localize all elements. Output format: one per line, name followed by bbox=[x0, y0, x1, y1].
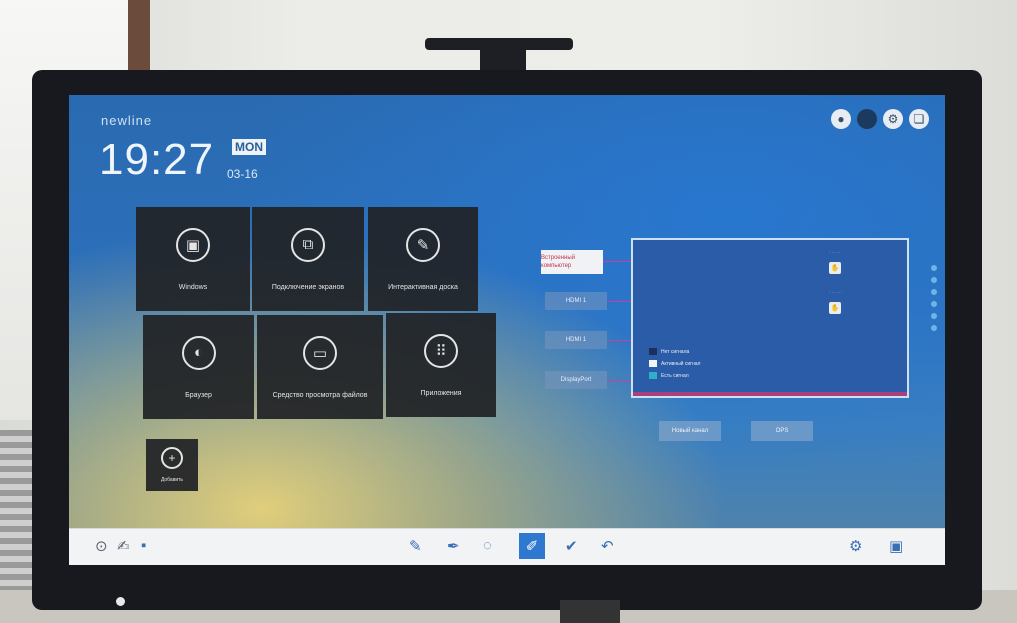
connector-line bbox=[607, 301, 631, 302]
pen-icon[interactable]: ✎ bbox=[409, 537, 422, 555]
add-icon: + bbox=[161, 447, 183, 469]
tile-apps[interactable]: ⠿ Приложения bbox=[386, 313, 496, 417]
pen-circle-icon: ✎ bbox=[406, 227, 440, 262]
tile-label: Приложения bbox=[420, 389, 462, 397]
legend-swatch bbox=[649, 360, 657, 367]
touch-icon[interactable]: ✋ bbox=[829, 302, 841, 314]
legend-swatch bbox=[649, 372, 657, 379]
annotate-icon[interactable]: ✍ bbox=[117, 537, 130, 555]
preview-caption: · · · · · bbox=[829, 250, 841, 255]
legend-no-signal: Нет сигнала bbox=[649, 348, 689, 355]
source-hdmi-2[interactable]: HDMI 1 bbox=[545, 331, 607, 349]
legend-label: Нет сигнала bbox=[661, 348, 690, 355]
source-hdmi-1[interactable]: HDMI 1 bbox=[545, 292, 607, 310]
tile-screen-share[interactable]: ⧉ Подключение экранов bbox=[252, 207, 364, 311]
tile-label: Браузер bbox=[185, 391, 212, 399]
tile-file-viewer[interactable]: ▭ Средство просмотра файлов bbox=[257, 315, 383, 419]
preview-footer-bar bbox=[633, 392, 907, 396]
lasso-icon[interactable]: ◌ bbox=[483, 537, 492, 554]
side-toolbar bbox=[929, 265, 939, 331]
connector-line bbox=[603, 261, 631, 262]
settings-icon[interactable]: ⚙ bbox=[849, 537, 862, 555]
dark-circle-icon[interactable] bbox=[857, 109, 877, 129]
eraser-icon[interactable]: ✐ bbox=[519, 533, 545, 559]
tile-label: Добавить bbox=[160, 477, 184, 483]
clock: 19:27 bbox=[99, 135, 215, 184]
tile-label: Средство просмотра файлов bbox=[272, 391, 368, 399]
folder-icon: ▭ bbox=[303, 335, 337, 370]
windows-icon: ▣ bbox=[176, 227, 210, 262]
background-curtain bbox=[128, 0, 150, 80]
side-dot[interactable] bbox=[931, 313, 937, 319]
weekday-badge: MON bbox=[232, 139, 266, 155]
tile-label: Интерактивная доска bbox=[388, 283, 458, 291]
side-dot[interactable] bbox=[931, 289, 937, 295]
apps-grid-icon: ⠿ bbox=[424, 333, 458, 368]
tile-add[interactable]: + Добавить bbox=[146, 439, 198, 491]
power-button[interactable] bbox=[116, 597, 125, 606]
side-dot[interactable] bbox=[931, 277, 937, 283]
legend-label: Есть сигнал bbox=[661, 372, 689, 379]
home-screen: newline 19:27 MON 03-16 ● ⚙ ❏ ▣ Windows … bbox=[69, 95, 945, 565]
date-label: 03-16 bbox=[227, 167, 258, 181]
windows-icon[interactable]: ▣ bbox=[889, 537, 903, 555]
settings-icon[interactable]: ⚙ bbox=[883, 109, 903, 129]
home-icon[interactable]: ⊙ bbox=[95, 537, 108, 555]
tile-whiteboard[interactable]: ✎ Интерактивная доска bbox=[368, 207, 478, 311]
layers-icon[interactable]: ❏ bbox=[909, 109, 929, 129]
ops-button[interactable]: OPS bbox=[751, 421, 813, 441]
connector-line bbox=[607, 340, 631, 341]
check-icon[interactable]: ✔ bbox=[565, 537, 578, 555]
side-dot[interactable] bbox=[931, 325, 937, 331]
legend-label: Активный сигнал bbox=[661, 360, 701, 367]
new-channel-button[interactable]: Новый канал bbox=[659, 421, 721, 441]
pen-icon[interactable]: ✒ bbox=[447, 537, 460, 555]
screen-share-icon: ⧉ bbox=[291, 227, 325, 262]
connector-line bbox=[607, 380, 631, 381]
record-icon[interactable]: ● bbox=[831, 109, 851, 129]
legend-active-signal: Активный сигнал bbox=[649, 360, 700, 367]
touch-icon[interactable]: ✋ bbox=[829, 262, 841, 274]
tile-windows[interactable]: ▣ Windows bbox=[136, 207, 250, 311]
lock-icon[interactable]: ▪ bbox=[141, 537, 146, 554]
undo-icon[interactable]: ↶ bbox=[601, 537, 614, 555]
taskbar: ⊙ ✍ ▪ ✎ ✒ ◌ ✐ ✔ ↶ ⚙ ▣ bbox=[69, 528, 945, 565]
side-dot[interactable] bbox=[931, 265, 937, 271]
monitor-stand bbox=[560, 600, 620, 623]
browser-icon: ◐ bbox=[181, 335, 216, 370]
source-builtin-pc[interactable]: Встроенный компьютер bbox=[541, 250, 603, 274]
source-displayport[interactable]: DisplayPort bbox=[545, 371, 607, 389]
tile-label: Windows bbox=[178, 283, 208, 291]
side-dot[interactable] bbox=[931, 301, 937, 307]
brand-logo: newline bbox=[101, 113, 153, 128]
legend-swatch bbox=[649, 348, 657, 355]
legend-has-signal: Есть сигнал bbox=[649, 372, 689, 379]
preview-caption: · · · · · · bbox=[829, 290, 843, 295]
source-preview-panel[interactable]: · · · · · ✋ · · · · · · ✋ Нет сигнала Ак… bbox=[631, 238, 909, 398]
tile-browser[interactable]: ◐ Браузер bbox=[143, 315, 254, 419]
tile-label: Подключение экранов bbox=[271, 283, 345, 291]
top-right-controls: ● ⚙ ❏ bbox=[831, 109, 929, 129]
